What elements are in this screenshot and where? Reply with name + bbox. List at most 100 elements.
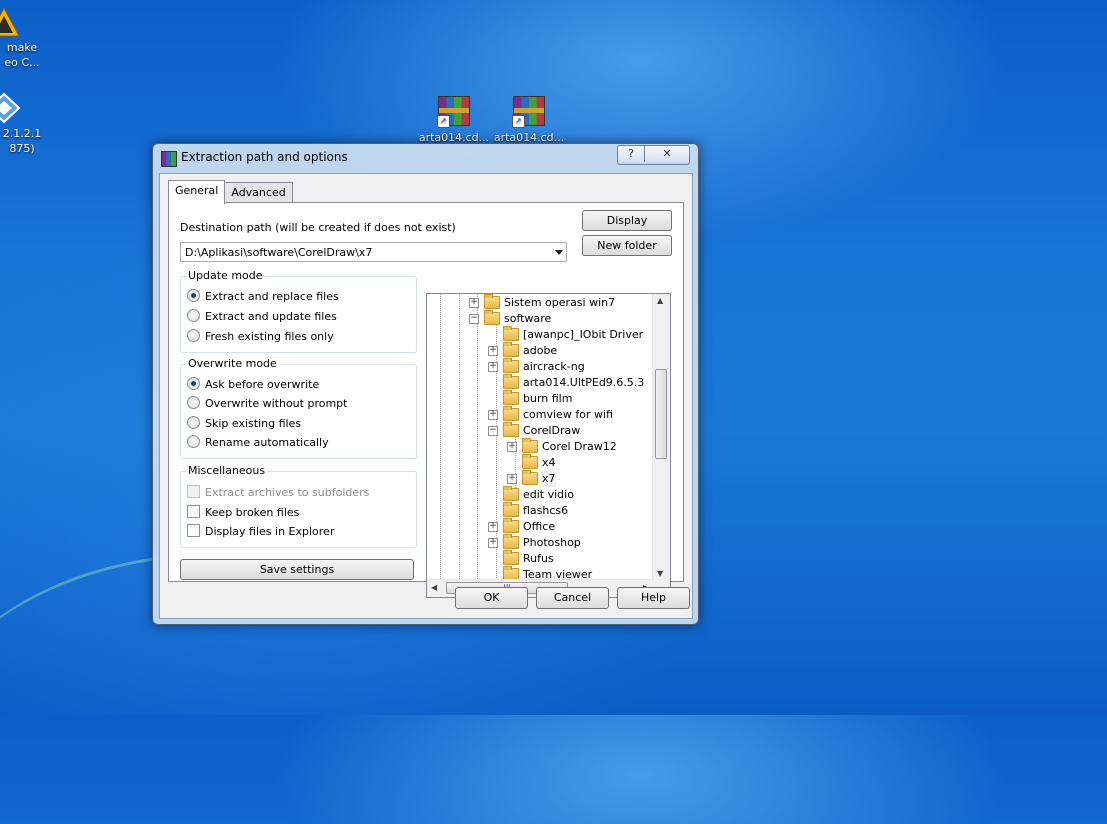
radio-overwrite-without-prompt[interactable]: Overwrite without prompt: [187, 396, 347, 412]
help-button[interactable]: Help: [617, 587, 690, 609]
checkbox-keep-broken-files[interactable]: Keep broken files: [187, 505, 299, 521]
folder-icon: [503, 534, 519, 549]
winrar-archive-icon: ➚: [512, 96, 546, 128]
save-settings-button[interactable]: Save settings: [180, 559, 414, 580]
folder-icon: [503, 502, 519, 517]
tree-node-label: x4: [542, 456, 556, 469]
tree-node[interactable]: arta014.UltPEd9.6.5.3: [427, 374, 653, 391]
collapse-icon[interactable]: −: [488, 426, 498, 436]
destination-path-combo[interactable]: D:\Aplikasi\software\CorelDraw\x7: [180, 242, 567, 262]
tree-node-label: burn film: [523, 392, 573, 405]
miscellaneous-title: Miscellaneous: [186, 464, 268, 477]
tree-node[interactable]: + Office: [427, 518, 653, 535]
radio-extract-replace[interactable]: Extract and replace files: [187, 289, 339, 305]
tree-vertical-scrollbar[interactable]: ▲ ▼: [652, 294, 670, 580]
folder-icon: [503, 374, 519, 389]
desktop-icon-archive-2[interactable]: ➚ arta014.cd...: [489, 96, 569, 145]
folder-icon: [503, 518, 519, 533]
chevron-down-icon[interactable]: [555, 250, 563, 255]
expand-icon[interactable]: +: [488, 346, 498, 356]
cancel-button[interactable]: Cancel: [536, 587, 609, 609]
scroll-down-icon[interactable]: ▼: [657, 569, 663, 578]
checkbox-extract-to-subfolders: Extract archives to subfolders: [187, 485, 369, 501]
tree-node-label: CorelDraw: [523, 424, 581, 437]
tree-node[interactable]: + comview for wifi: [427, 406, 653, 423]
radio-icon: [187, 329, 200, 342]
expand-icon[interactable]: +: [507, 474, 517, 484]
desktop-icon-installer[interactable]: 2.1.2.1 875): [0, 92, 44, 156]
radio-ask-before-overwrite[interactable]: Ask before overwrite: [187, 377, 319, 393]
folder-tree[interactable]: + Sistem operasi win7 − software [awanpc]_IO…: [426, 293, 671, 598]
tree-node[interactable]: [awanpc]_IObit Driver: [427, 326, 653, 343]
folder-icon: [503, 406, 519, 421]
shortcut-arrow-icon: ➚: [437, 115, 450, 128]
tree-node[interactable]: + Photoshop: [427, 534, 653, 551]
tree-node[interactable]: + adobe: [427, 342, 653, 359]
dialog-title: Extraction path and options: [181, 150, 348, 164]
tab-advanced[interactable]: Advanced: [224, 182, 293, 203]
tree-node-label: software: [504, 312, 552, 325]
option-label: Display files in Explorer: [205, 525, 335, 538]
tree-node-label: Photoshop: [523, 536, 581, 549]
tab-strip: General Advanced: [168, 180, 293, 204]
radio-rename-automatically[interactable]: Rename automatically: [187, 435, 329, 451]
expand-icon[interactable]: +: [488, 522, 498, 532]
tree-node-label: Sistem operasi win7: [504, 296, 616, 309]
radio-icon: [187, 289, 200, 302]
tree-node[interactable]: + Corel Draw12: [427, 438, 653, 455]
expand-icon[interactable]: +: [469, 298, 479, 308]
scroll-left-icon[interactable]: ◀: [431, 583, 437, 592]
desktop-icon-video-app[interactable]: make eo C...: [0, 6, 44, 70]
option-label: Extract and update files: [205, 310, 337, 323]
radio-icon: [187, 416, 200, 429]
tree-node[interactable]: + Sistem operasi win7: [427, 294, 653, 311]
checkbox-display-in-explorer[interactable]: Display files in Explorer: [187, 524, 334, 540]
tree-node-label: arta014.UltPEd9.6.5.3: [523, 376, 645, 389]
new-folder-button[interactable]: New folder: [582, 235, 672, 256]
radio-extract-update[interactable]: Extract and update files: [187, 309, 337, 325]
installer-icon: [0, 92, 21, 124]
checkbox-icon: [187, 485, 200, 498]
vertical-scroll-thumb[interactable]: [655, 369, 667, 459]
expand-icon[interactable]: +: [488, 410, 498, 420]
tree-node-label: Office: [523, 520, 556, 533]
tree-node[interactable]: x4: [427, 454, 653, 471]
tab-general[interactable]: General: [168, 180, 226, 204]
collapse-icon[interactable]: −: [469, 314, 479, 324]
folder-icon: [503, 358, 519, 373]
folder-icon: [503, 550, 519, 565]
radio-icon: [187, 377, 200, 390]
ok-button[interactable]: OK: [455, 587, 528, 609]
desktop-icon-archive-1[interactable]: ➚ arta014.cd...: [414, 96, 494, 145]
tree-node[interactable]: edit vidio: [427, 486, 653, 503]
extraction-dialog: Extraction path and options ? ✕ General …: [152, 143, 699, 625]
help-title-button[interactable]: ?: [618, 146, 644, 162]
option-label: Overwrite without prompt: [205, 397, 348, 410]
update-mode-group: Update mode Extract and replace files Ex…: [180, 269, 417, 353]
tree-node[interactable]: − CorelDraw: [427, 422, 653, 439]
radio-fresh-existing[interactable]: Fresh existing files only: [187, 329, 334, 345]
tree-node[interactable]: + aircrack-ng: [427, 358, 653, 375]
tree-node-label: aircrack-ng: [523, 360, 585, 373]
tree-node[interactable]: + x7: [427, 470, 653, 487]
general-tab-panel: Destination path (will be created if doe…: [168, 202, 684, 598]
display-button[interactable]: Display: [582, 210, 672, 231]
destination-path-value: D:\Aplikasi\software\CorelDraw\x7: [185, 246, 373, 259]
tree-node[interactable]: Rufus: [427, 550, 653, 567]
tree-node-label: comview for wifi: [523, 408, 613, 421]
tree-node[interactable]: − software: [427, 310, 653, 327]
winrar-archive-icon: ➚: [437, 96, 471, 128]
dialog-titlebar[interactable]: Extraction path and options ? ✕: [153, 144, 698, 172]
expand-icon[interactable]: +: [488, 538, 498, 548]
scroll-up-icon[interactable]: ▲: [657, 296, 663, 305]
tree-node[interactable]: flashcs6: [427, 502, 653, 519]
expand-icon[interactable]: +: [507, 442, 517, 452]
tree-node-label: Corel Draw12: [542, 440, 617, 453]
folder-icon: [503, 486, 519, 501]
tree-node[interactable]: burn film: [427, 390, 653, 407]
tree-node-label: [awanpc]_IObit Driver: [523, 328, 644, 341]
radio-icon: [187, 396, 200, 409]
expand-icon[interactable]: +: [488, 362, 498, 372]
radio-skip-existing[interactable]: Skip existing files: [187, 416, 301, 432]
close-button[interactable]: ✕: [644, 146, 689, 162]
